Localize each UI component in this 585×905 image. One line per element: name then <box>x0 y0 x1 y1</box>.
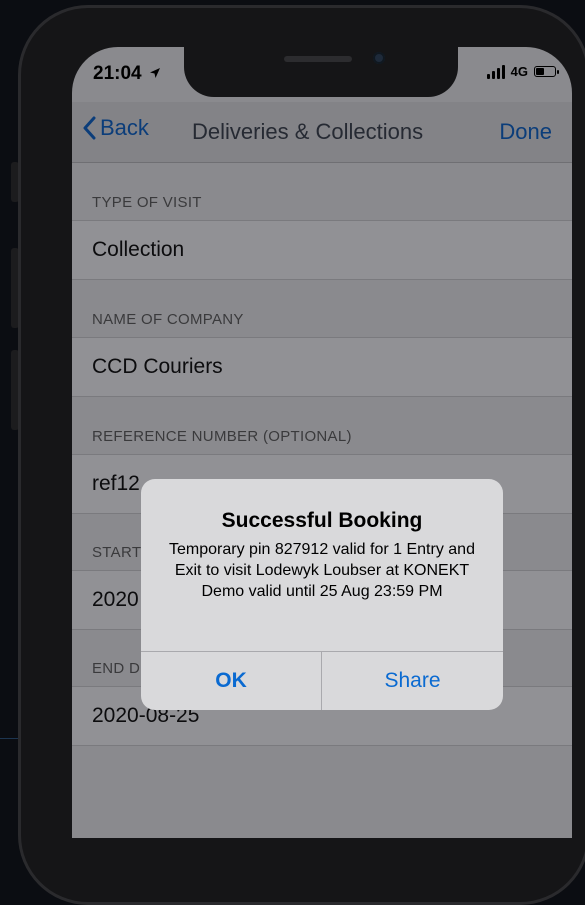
navigation-bar: Back Deliveries & Collections Done <box>72 102 572 163</box>
ok-button[interactable]: OK <box>141 652 321 710</box>
start-date-value: 2020 <box>92 588 139 611</box>
status-time-text: 21:04 <box>93 63 142 84</box>
speaker <box>284 56 352 62</box>
type-of-visit-value: Collection <box>92 238 185 261</box>
section-header-reference: REFERENCE NUMBER (OPTIONAL) <box>92 428 352 445</box>
section-header-start: START <box>92 544 142 561</box>
alert-message: Temporary pin 827912 valid for 1 Entry a… <box>169 541 475 600</box>
booking-alert: Successful Booking Temporary pin 827912 … <box>141 479 503 710</box>
network-type: 4G <box>510 64 528 79</box>
phone-frame: 21:04 4G Back Deliveries & Collections D… <box>18 5 585 905</box>
back-button[interactable]: Back <box>82 115 149 141</box>
screen: 21:04 4G Back Deliveries & Collections D… <box>72 47 572 838</box>
chevron-left-icon <box>83 116 96 140</box>
location-arrow-icon <box>149 68 160 78</box>
status-indicators: 4G <box>486 64 559 79</box>
notch <box>184 47 458 97</box>
signal-bars-icon <box>486 64 505 79</box>
share-button[interactable]: Share <box>322 652 503 710</box>
front-camera <box>373 52 385 64</box>
section-header-end: END D <box>92 660 141 677</box>
back-label: Back <box>100 115 149 140</box>
company-value: CCD Couriers <box>92 355 223 378</box>
company-field[interactable]: CCD Couriers <box>72 337 572 397</box>
type-of-visit-field[interactable]: Collection <box>72 220 572 280</box>
page-title: Deliveries & Collections <box>192 119 424 144</box>
status-time: 21:04 <box>93 63 161 85</box>
section-header-company: NAME OF COMPANY <box>92 311 244 328</box>
section-header-type-of-visit: TYPE OF VISIT <box>92 194 202 211</box>
done-button[interactable]: Done <box>499 119 552 145</box>
alert-title: Successful Booking <box>221 509 423 532</box>
battery-icon <box>534 66 559 77</box>
reference-value: ref12 <box>92 472 140 495</box>
